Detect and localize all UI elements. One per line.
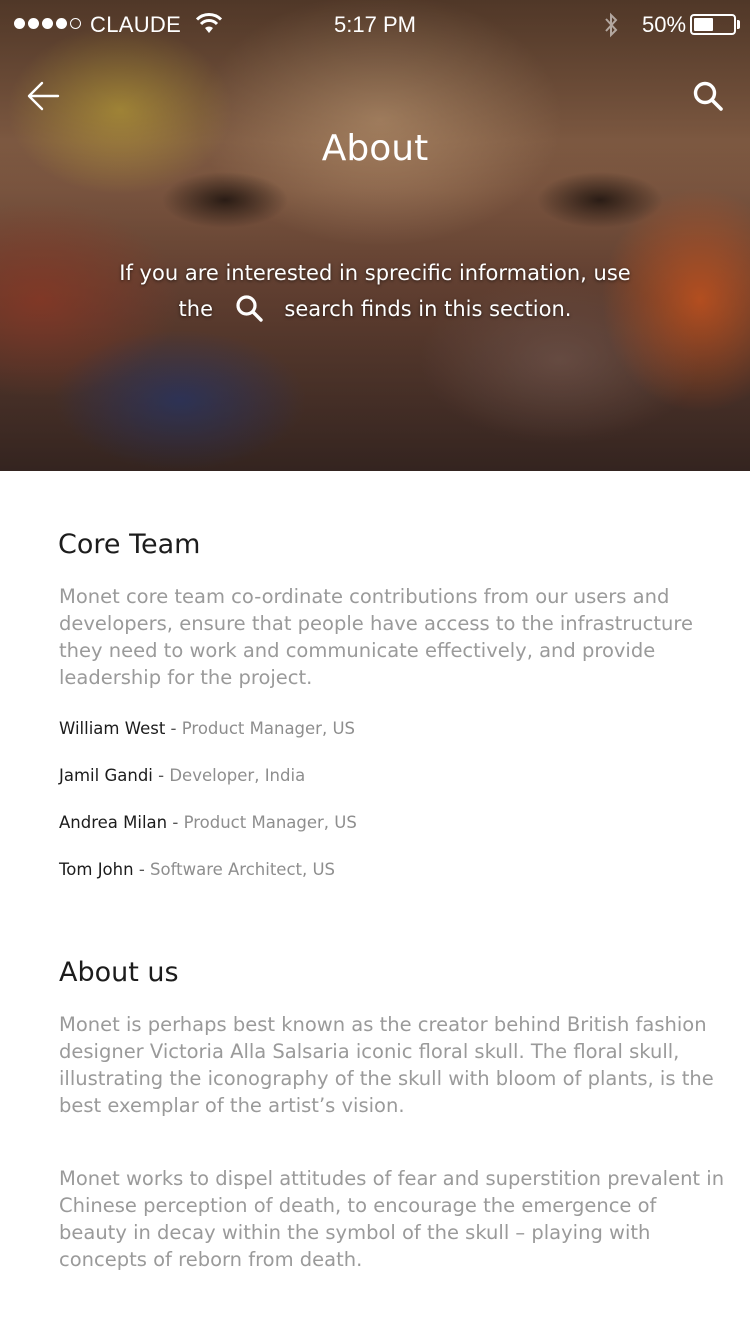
core-team-description: Monet core team co-ordinate contribution… xyxy=(59,585,693,689)
header-subtitle: If you are interested in sprecific infor… xyxy=(100,255,650,327)
search-button[interactable] xyxy=(690,78,726,114)
battery-level-fill xyxy=(694,18,713,31)
team-member: Jamil Gandi - Developer, India xyxy=(59,766,305,785)
member-role: Software Architect, US xyxy=(150,860,336,879)
about-us-title: About us xyxy=(59,957,179,988)
search-icon xyxy=(693,81,723,111)
member-name: Jamil Gandi xyxy=(59,766,153,785)
team-member: William West - Product Manager, US xyxy=(59,719,355,738)
hero-banner: CLAUDE 5:17 PM 50% About If you are inte… xyxy=(0,0,750,471)
status-bar: CLAUDE 5:17 PM 50% xyxy=(0,0,750,50)
battery-icon xyxy=(690,14,736,35)
team-member: Andrea Milan - Product Manager, US xyxy=(59,813,357,832)
member-name: Tom John xyxy=(59,860,134,879)
bluetooth-icon xyxy=(605,12,618,38)
team-member: Tom John - Software Architect, US xyxy=(59,860,335,879)
about-us-paragraph-1: Monet is perhaps best known as the creat… xyxy=(59,1013,714,1117)
battery-tip xyxy=(737,20,740,29)
member-name: William West xyxy=(59,719,166,738)
about-us-paragraph-2: Monet works to dispel attitudes of fear … xyxy=(59,1167,725,1271)
member-separator: - xyxy=(152,766,170,785)
status-time: 5:17 PM xyxy=(334,12,416,37)
subtitle-text-after: search finds in this section. xyxy=(284,297,572,321)
inline-search-icon xyxy=(236,295,263,322)
page-title: About xyxy=(321,128,429,169)
member-name: Andrea Milan xyxy=(59,813,168,832)
member-separator: - xyxy=(133,860,151,879)
member-role: Developer, India xyxy=(169,766,306,785)
core-team-title: Core Team xyxy=(58,529,201,560)
member-separator: - xyxy=(167,813,184,832)
battery-percent: 50% xyxy=(642,12,687,37)
back-button[interactable] xyxy=(24,76,64,116)
member-role: Product Manager, US xyxy=(183,813,357,832)
member-separator: - xyxy=(165,719,182,738)
member-role: Product Manager, US xyxy=(181,719,356,738)
arrow-left-icon xyxy=(27,81,60,111)
